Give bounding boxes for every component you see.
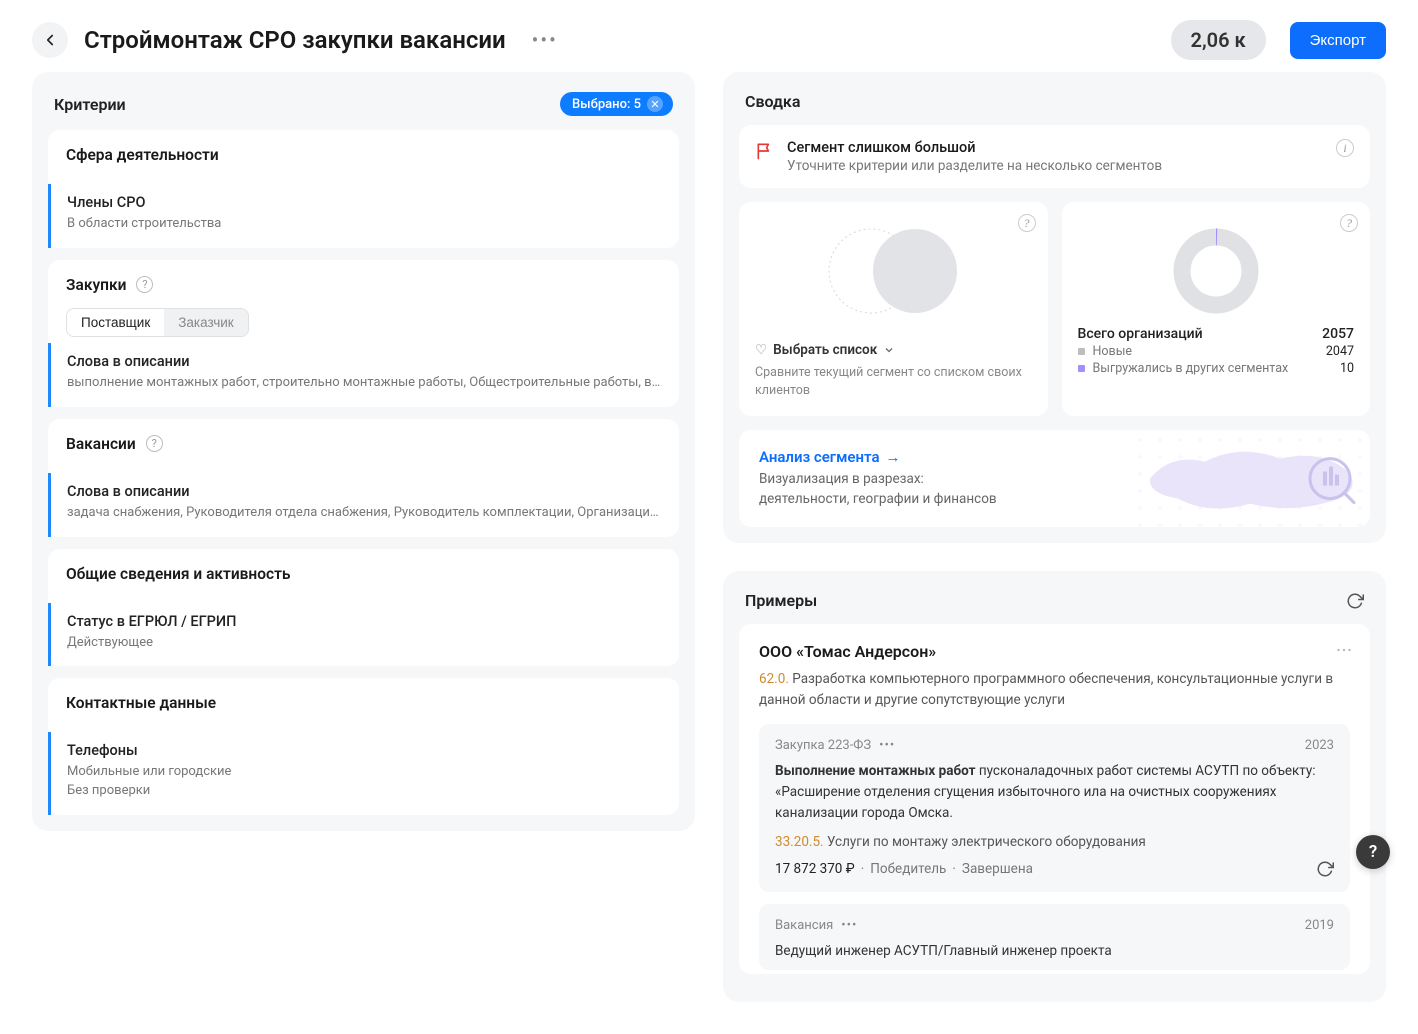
donut-chart bbox=[1078, 216, 1355, 326]
category-text: Услуги по монтажу электрического оборудо… bbox=[827, 834, 1146, 850]
category-code: 33.20.5. bbox=[775, 834, 824, 850]
criteria-item-vacancy-words[interactable]: Слова в описании задача снабжения, Руков… bbox=[48, 473, 679, 537]
vacancy-tag: Вакансия bbox=[775, 918, 833, 933]
result-count-chip: 2,06 к bbox=[1171, 20, 1266, 60]
segment-too-big-alert: Сегмент слишком большой Уточните критери… bbox=[739, 125, 1370, 188]
purchase-year: 2023 bbox=[1305, 738, 1334, 753]
criteria-item-purchase-words[interactable]: Слова в описании выполнение монтажных ра… bbox=[48, 343, 679, 407]
select-list-dropdown[interactable]: ♡ Выбрать список bbox=[755, 342, 1032, 358]
criteria-desc: Мобильные или городские Без проверки bbox=[67, 763, 661, 801]
donut-total-value: 2057 bbox=[1322, 326, 1354, 342]
summary-panel-title: Сводка bbox=[745, 92, 800, 111]
compare-hint: Сравните текущий сегмент со списком свои… bbox=[755, 364, 1032, 400]
purchase-status-winner: Победитель bbox=[870, 861, 946, 877]
card-title: Контактные данные bbox=[66, 694, 216, 712]
donut-card: ? Всего организаций 2057 Новые bbox=[1062, 202, 1371, 416]
criteria-label: Телефоны bbox=[67, 742, 661, 759]
category-text: Разработка компьютерного программного об… bbox=[759, 671, 1333, 707]
example-company-title[interactable]: ООО «Томас Андерсон» bbox=[759, 642, 1350, 661]
card-title: Вакансии bbox=[66, 435, 136, 453]
criteria-label: Слова в описании bbox=[67, 483, 661, 500]
map-decoration bbox=[1130, 430, 1370, 527]
purchase-status-done: Завершена bbox=[962, 861, 1033, 877]
donut-line-exported: Выгружались в других сегментах 10 bbox=[1078, 361, 1355, 376]
purchase-category: 33.20.5. Услуги по монтажу электрическог… bbox=[775, 834, 1334, 850]
legend-label: Новые bbox=[1093, 344, 1133, 359]
export-button[interactable]: Экспорт bbox=[1290, 22, 1386, 59]
purchase-footer: 17 872 370 ₽ · Победитель · Завершена bbox=[775, 860, 1334, 878]
help-icon[interactable]: ? bbox=[146, 435, 163, 452]
info-icon[interactable]: i bbox=[1336, 139, 1354, 157]
alert-title: Сегмент слишком большой bbox=[787, 139, 1324, 156]
toggle-customer[interactable]: Заказчик bbox=[164, 309, 247, 336]
alert-subtitle: Уточните критерии или разделите на неско… bbox=[787, 158, 1324, 174]
criteria-item-egr-status[interactable]: Статус в ЕГРЮЛ / ЕГРИП Действующее bbox=[48, 603, 679, 667]
legend-bullet bbox=[1078, 348, 1085, 355]
toggle-supplier[interactable]: Поставщик bbox=[67, 309, 164, 336]
flag-icon bbox=[755, 141, 775, 174]
purchase-tag: Закупка 223-ФЗ bbox=[775, 738, 871, 753]
vacancy-year: 2019 bbox=[1305, 918, 1334, 933]
vacancy-title: Ведущий инженер АСУТП/Главный инженер пр… bbox=[775, 941, 1334, 962]
criteria-item-phones[interactable]: Телефоны Мобильные или городские Без про… bbox=[48, 732, 679, 815]
examples-panel: Примеры ⋮ ООО «Томас Андерсон» 62.0. Раз… bbox=[723, 571, 1386, 1001]
criteria-label: Статус в ЕГРЮЛ / ЕГРИП bbox=[67, 613, 661, 630]
example-company-category: 62.0. Разработка компьютерного программн… bbox=[759, 669, 1350, 710]
criteria-card-vacancies[interactable]: Вакансии ? Слова в описании задача снабж… bbox=[48, 419, 679, 537]
back-button[interactable] bbox=[32, 22, 68, 58]
donut-line-new: Новые 2047 bbox=[1078, 344, 1355, 359]
segment-analysis-card[interactable]: Анализ сегмента → Визуализация в разреза… bbox=[739, 430, 1370, 527]
summary-panel: Сводка Сегмент слишком большой Уточните … bbox=[723, 72, 1386, 543]
info-icon[interactable]: ? bbox=[1340, 214, 1358, 232]
criteria-item-sro-members[interactable]: Члены СРО В области строительства bbox=[48, 184, 679, 248]
criteria-desc: задача снабжения, Руководителя отдела сн… bbox=[67, 504, 661, 523]
donut-total-label: Всего организаций bbox=[1078, 326, 1203, 342]
selected-count-label: Выбрано: 5 bbox=[572, 97, 641, 112]
clear-selection-icon[interactable]: ✕ bbox=[647, 96, 663, 112]
more-dots-icon[interactable]: ••• bbox=[841, 918, 857, 933]
criteria-desc: Действующее bbox=[67, 634, 661, 653]
venn-diagram bbox=[755, 216, 1032, 326]
help-icon[interactable]: ? bbox=[136, 276, 153, 293]
info-icon[interactable]: ? bbox=[1018, 214, 1036, 232]
card-title: Общие сведения и активность bbox=[66, 565, 291, 583]
card-title: Закупки bbox=[66, 276, 126, 294]
arrow-right-icon: → bbox=[886, 448, 901, 466]
more-dots-icon[interactable]: ••• bbox=[879, 738, 895, 753]
legend-bullet bbox=[1078, 365, 1085, 372]
more-menu-icon[interactable]: ••• bbox=[522, 22, 568, 58]
criteria-card-contacts[interactable]: Контактные данные Телефоны Мобильные или… bbox=[48, 678, 679, 815]
criteria-card-general[interactable]: Общие сведения и активность Статус в ЕГР… bbox=[48, 549, 679, 667]
criteria-label: Члены СРО bbox=[67, 194, 661, 211]
criteria-label: Слова в описании bbox=[67, 353, 661, 370]
legend-value: 2047 bbox=[1326, 344, 1354, 359]
examples-panel-title: Примеры bbox=[745, 591, 817, 610]
venn-card: ? ♡ Выбрать список Сравните текущий сегм… bbox=[739, 202, 1048, 416]
selected-count-pill[interactable]: Выбрано: 5 ✕ bbox=[560, 92, 673, 116]
criteria-panel-title: Критерии bbox=[54, 95, 126, 114]
page-title: Строймонтаж СРО закупки вакансии bbox=[84, 26, 506, 54]
category-code: 62.0. bbox=[759, 671, 789, 687]
vacancy-subcard: Вакансия ••• 2019 Ведущий инженер АСУТП/… bbox=[759, 904, 1350, 970]
criteria-desc: В области строительства bbox=[67, 215, 661, 234]
purchase-subcard: Закупка 223-ФЗ ••• 2023 Выполнение монта… bbox=[759, 724, 1350, 892]
criteria-card-activity-sphere[interactable]: Сфера деятельности Члены СРО В области с… bbox=[48, 130, 679, 248]
legend-label: Выгружались в других сегментах bbox=[1093, 361, 1289, 376]
role-toggle[interactable]: Поставщик Заказчик bbox=[66, 308, 249, 337]
heart-icon: ♡ bbox=[755, 342, 767, 358]
legend-value: 10 bbox=[1340, 361, 1354, 376]
help-fab-button[interactable]: ? bbox=[1356, 835, 1390, 869]
criteria-desc: выполнение монтажных работ, строительно … bbox=[67, 374, 661, 393]
example-company-card: ⋮ ООО «Томас Андерсон» 62.0. Разработка … bbox=[739, 624, 1370, 973]
criteria-panel: Критерии Выбрано: 5 ✕ Сфера деятельности… bbox=[32, 72, 695, 831]
criteria-card-purchases[interactable]: Закупки ? Поставщик Заказчик Слова в опи… bbox=[48, 260, 679, 407]
refresh-icon[interactable] bbox=[1346, 592, 1364, 610]
select-list-label: Выбрать список bbox=[773, 342, 877, 358]
purchase-price: 17 872 370 ₽ bbox=[775, 861, 855, 877]
kebab-menu-icon[interactable]: ⋮ bbox=[1335, 642, 1354, 658]
purchase-description: Выполнение монтажных работ пусконаладочн… bbox=[775, 761, 1334, 824]
card-title: Сфера деятельности bbox=[66, 146, 219, 164]
refresh-icon[interactable] bbox=[1316, 860, 1334, 878]
